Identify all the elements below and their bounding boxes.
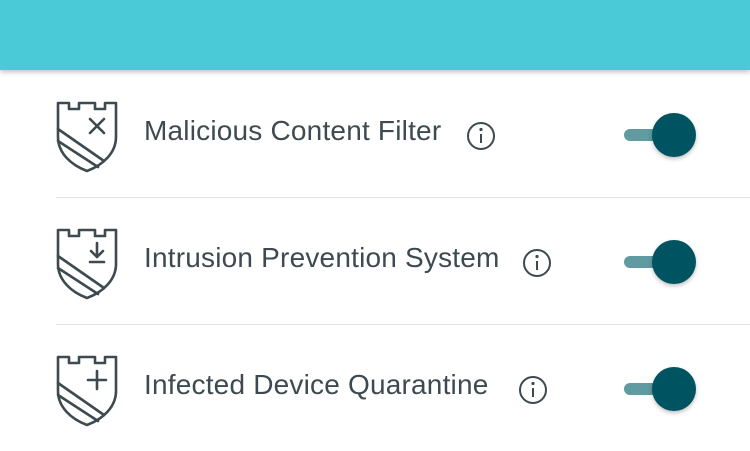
feature-toggle-switch[interactable]: [622, 112, 696, 158]
info-icon[interactable]: [466, 121, 496, 151]
info-icon[interactable]: [518, 375, 548, 405]
shield-download-icon: [56, 228, 118, 300]
feature-row-malicious-content-filter: Malicious Content Filter: [0, 70, 750, 197]
toggle-knob: [652, 113, 696, 157]
feature-row-intrusion-prevention-system: Intrusion Prevention System: [0, 197, 750, 324]
feature-label: Malicious Content Filter: [144, 115, 442, 146]
app-header: [0, 0, 750, 70]
feature-toggle-switch[interactable]: [622, 366, 696, 412]
shield-x-icon: [56, 101, 118, 173]
toggle-knob: [652, 240, 696, 284]
feature-toggle-switch[interactable]: [622, 239, 696, 285]
shield-plus-icon: [56, 355, 118, 427]
feature-list: Malicious Content Filter Intrusion Preve…: [0, 70, 750, 427]
feature-row-infected-device-quarantine: Infected Device Quarantine: [0, 324, 750, 451]
info-icon[interactable]: [522, 248, 552, 278]
feature-label: Infected Device Quarantine: [144, 369, 489, 400]
toggle-knob: [652, 367, 696, 411]
feature-label: Intrusion Prevention System: [144, 242, 500, 273]
